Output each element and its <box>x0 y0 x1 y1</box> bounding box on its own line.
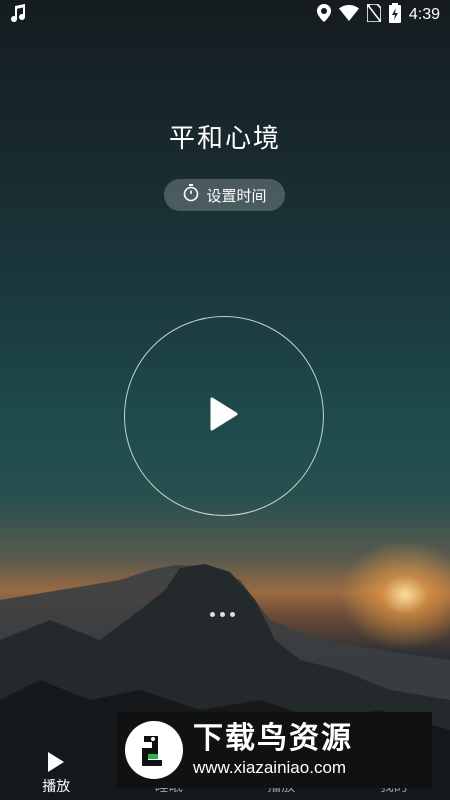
watermark-url: www.xiazainiao.com <box>193 758 347 777</box>
status-bar: 4:39 <box>0 0 450 30</box>
nav-item-play[interactable]: 播放 <box>0 740 113 800</box>
nav-label: 播放 <box>42 779 71 795</box>
music-note-icon <box>10 4 26 26</box>
set-timer-button[interactable]: 设置时间 <box>164 179 285 211</box>
page-dot <box>230 612 235 617</box>
page-title: 平和心境 <box>168 124 281 154</box>
play-triangle-icon <box>46 748 66 776</box>
watermark-banner: 下载鸟资源 www.xiazainiao.com <box>117 712 432 788</box>
page-indicator <box>210 612 235 617</box>
wifi-icon <box>338 4 359 25</box>
page-dot <box>220 612 225 617</box>
no-sim-icon <box>366 3 382 26</box>
location-icon <box>316 4 331 26</box>
stopwatch-icon <box>182 184 200 206</box>
play-button[interactable] <box>124 316 324 516</box>
play-icon <box>209 397 239 435</box>
watermark-title: 下载鸟资源 <box>193 721 353 756</box>
clock-time: 4:39 <box>408 6 440 23</box>
set-timer-label: 设置时间 <box>206 186 267 205</box>
battery-charging-icon <box>388 3 401 27</box>
bird-logo-icon <box>125 721 183 779</box>
page-dot <box>210 612 215 617</box>
